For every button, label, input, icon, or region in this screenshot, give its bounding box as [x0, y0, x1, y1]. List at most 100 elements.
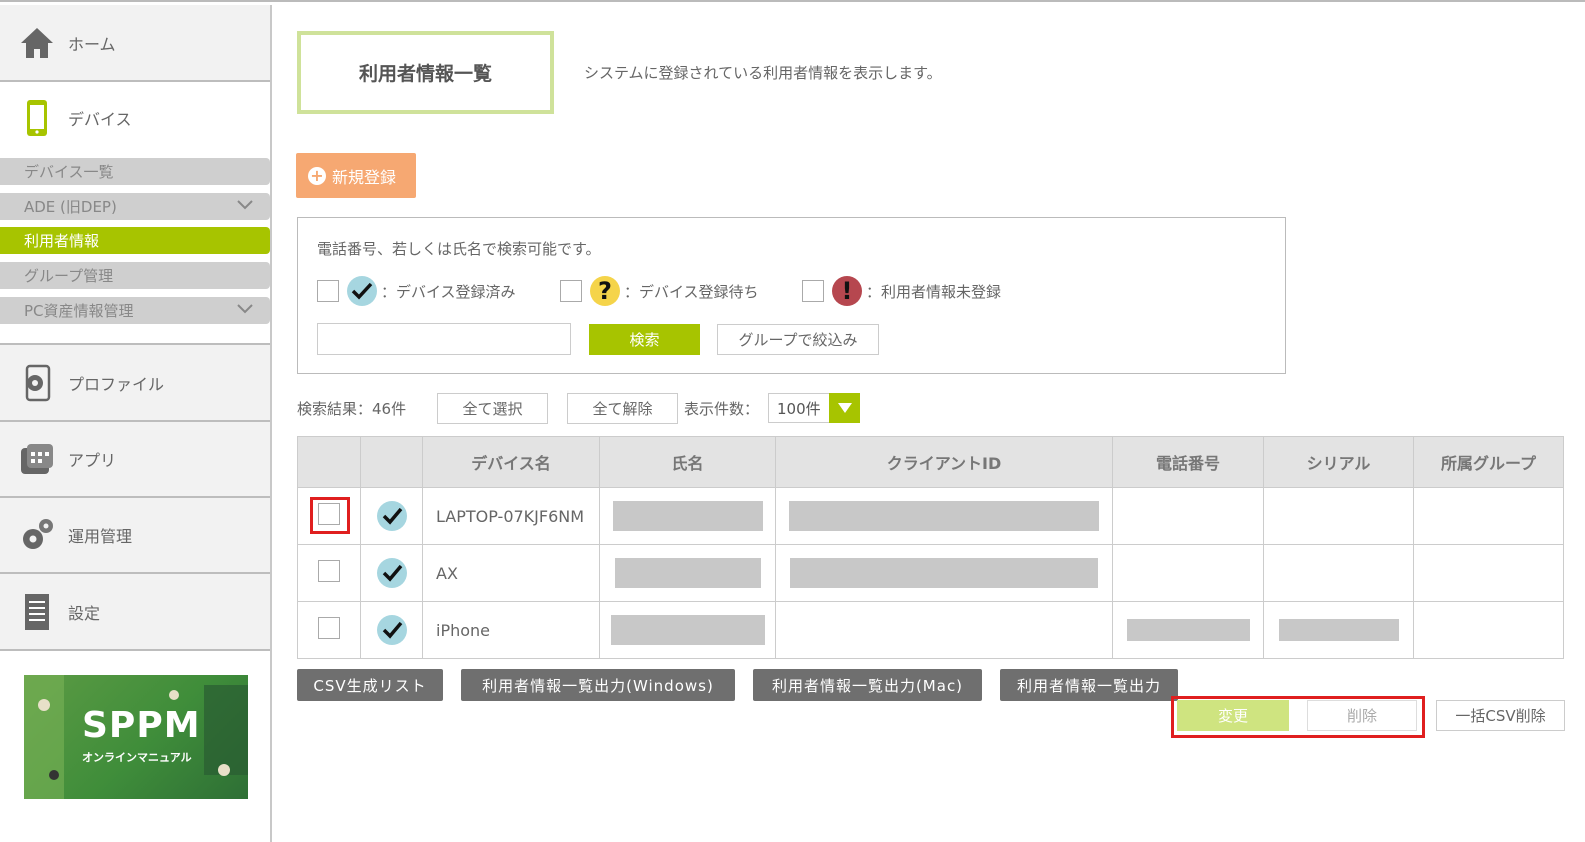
- table-header-row: デバイス名 氏名 クライアントID 電話番号 シリアル 所属グループ: [297, 436, 1564, 488]
- chevron-down-icon: [237, 304, 253, 314]
- triangle-down-icon: [829, 393, 860, 423]
- row-name: [599, 601, 776, 659]
- row-status-cell: [360, 487, 423, 545]
- new-register-label: 新規登録: [332, 167, 397, 187]
- user-table: デバイス名 氏名 クライアントID 電話番号 シリアル 所属グループ LAPTO…: [297, 436, 1564, 659]
- sidebar-item-user-info[interactable]: 利用者情報: [0, 227, 270, 254]
- search-hint: 電話番号、若しくは氏名で検索可能です。: [317, 240, 601, 258]
- header-serial[interactable]: シリアル: [1263, 436, 1414, 488]
- change-button[interactable]: 変更: [1177, 700, 1289, 731]
- banner-title: SPPM: [82, 705, 201, 746]
- row-name: [599, 544, 776, 602]
- redacted-block: [612, 501, 763, 531]
- legend-registered-label: ：デバイス登録済み: [381, 282, 516, 301]
- table-row[interactable]: AX: [297, 544, 1564, 602]
- redacted-block: [614, 558, 761, 588]
- group-filter-button[interactable]: グループで絞込み: [717, 324, 879, 355]
- select-all-button[interactable]: 全て選択: [437, 393, 548, 424]
- row-group: [1413, 544, 1564, 602]
- delete-button[interactable]: 削除: [1307, 700, 1417, 731]
- new-register-button[interactable]: + 新規登録: [296, 153, 416, 198]
- redacted-block: [610, 615, 765, 645]
- row-name: [599, 487, 776, 545]
- row-group: [1413, 601, 1564, 659]
- legend-registered: ：デバイス登録済み: [317, 276, 516, 306]
- manual-banner[interactable]: SPPM オンラインマニュアル: [24, 675, 248, 799]
- header-device-name[interactable]: デバイス名: [422, 436, 600, 488]
- row-status-cell: [360, 601, 423, 659]
- sidebar-item-ade[interactable]: ADE (旧DEP): [0, 193, 270, 220]
- row-select-cell: [297, 601, 361, 659]
- gears-icon: [18, 516, 56, 554]
- row-phone: [1112, 601, 1264, 659]
- sidebar-item-pc-assets[interactable]: PC資産情報管理: [0, 297, 270, 324]
- row-serial: [1263, 544, 1414, 602]
- row-phone: [1112, 544, 1264, 602]
- nav-device[interactable]: デバイス: [0, 82, 270, 154]
- filter-unregistered-checkbox[interactable]: [802, 280, 824, 302]
- smartphone-icon: [18, 99, 56, 137]
- row-device-name: iPhone: [422, 601, 600, 659]
- chevron-down-icon: [237, 200, 253, 210]
- sidebar-item-label: 利用者情報: [24, 232, 100, 250]
- sidebar-item-label: デバイス一覧: [24, 163, 114, 181]
- legend-pending-label: ：デバイス登録待ち: [624, 282, 759, 301]
- nav-profile[interactable]: プロファイル: [0, 343, 270, 422]
- document-icon: [18, 593, 56, 631]
- nav-settings[interactable]: 設定: [0, 574, 270, 651]
- legend-pending: ? ：デバイス登録待ち: [560, 276, 759, 306]
- highlight-frame: [310, 497, 350, 534]
- per-page-select[interactable]: 100件: [768, 393, 860, 423]
- table-row[interactable]: LAPTOP-07KJF6NM: [297, 487, 1564, 545]
- filter-pending-checkbox[interactable]: [560, 280, 582, 302]
- page-description: システムに登録されている利用者情報を表示します。: [584, 64, 942, 82]
- header-group[interactable]: 所属グループ: [1413, 436, 1564, 488]
- redacted-block: [1278, 619, 1399, 641]
- nav-settings-label: 設定: [68, 603, 101, 623]
- redacted-block: [1126, 619, 1250, 641]
- profile-icon: [18, 364, 56, 402]
- sidebar-item-label: ADE (旧DEP): [24, 198, 117, 216]
- row-serial: [1263, 601, 1414, 659]
- table-row[interactable]: iPhone: [297, 601, 1564, 659]
- home-icon: [18, 24, 56, 62]
- nav-app[interactable]: アプリ: [0, 422, 270, 498]
- header-client-id[interactable]: クライアントID: [775, 436, 1113, 488]
- nav-app-label: アプリ: [68, 451, 117, 470]
- search-button[interactable]: 検索: [589, 324, 700, 355]
- legend-unregistered-label: ：利用者情報未登録: [866, 282, 1002, 301]
- header-select: [297, 436, 361, 488]
- export-windows-button[interactable]: 利用者情報一覧出力(Windows): [461, 669, 735, 701]
- nav-operations[interactable]: 運用管理: [0, 498, 270, 574]
- app-icon: [18, 440, 56, 478]
- header-name[interactable]: 氏名: [599, 436, 776, 488]
- nav-home[interactable]: ホーム: [0, 5, 270, 82]
- csv-list-button[interactable]: CSV生成リスト: [297, 669, 443, 701]
- sidebar-item-label: PC資産情報管理: [24, 302, 134, 320]
- sidebar-item-group[interactable]: グループ管理: [0, 262, 270, 289]
- plus-icon: +: [308, 166, 326, 185]
- header-phone[interactable]: 電話番号: [1112, 436, 1264, 488]
- filter-registered-checkbox[interactable]: [317, 280, 339, 302]
- export-mac-button[interactable]: 利用者情報一覧出力(Mac): [753, 669, 982, 701]
- nav-operations-label: 運用管理: [68, 527, 133, 546]
- search-panel: 電話番号、若しくは氏名で検索可能です。 ：デバイス登録済み ? ：デバイス登録待…: [297, 217, 1286, 374]
- row-checkbox[interactable]: [318, 617, 340, 639]
- sidebar-item-device-list[interactable]: デバイス一覧: [0, 158, 270, 185]
- export-button[interactable]: 利用者情報一覧出力: [1000, 669, 1178, 701]
- row-group: [1413, 487, 1564, 545]
- sidebar-item-label: グループ管理: [24, 267, 114, 285]
- sidebar: ホーム デバイス デバイス一覧 ADE (旧DEP) 利用者情報 グループ管理 …: [0, 5, 272, 842]
- deselect-all-button[interactable]: 全て解除: [567, 393, 678, 424]
- check-icon: [376, 501, 407, 531]
- row-checkbox[interactable]: [318, 560, 340, 582]
- row-device-name: AX: [422, 544, 600, 602]
- row-device-name: LAPTOP-07KJF6NM: [422, 487, 600, 545]
- header-status: [360, 436, 423, 488]
- redacted-block: [790, 558, 1098, 588]
- bulk-csv-delete-button[interactable]: 一括CSV削除: [1436, 700, 1565, 731]
- banner-subtitle: オンラインマニュアル: [82, 751, 192, 764]
- row-select-cell: [297, 544, 361, 602]
- search-input[interactable]: [317, 323, 571, 355]
- result-count: 検索結果：46件: [297, 400, 407, 418]
